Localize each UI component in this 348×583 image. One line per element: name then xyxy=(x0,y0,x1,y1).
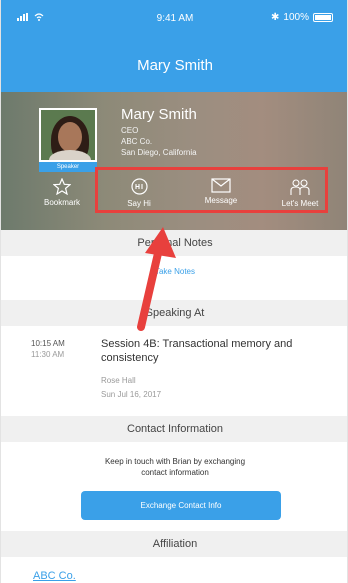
session-title[interactable]: Session 4B: Transactional memory and con… xyxy=(101,337,331,365)
profile-company: ABC Co. xyxy=(121,137,153,146)
personal-notes-header: Personal Notes xyxy=(1,230,347,256)
bluetooth-icon: ✱ xyxy=(271,12,280,23)
session-end-time: 11:30 AM xyxy=(31,350,65,359)
session-date: Sun Jul 16, 2017 xyxy=(101,390,162,399)
exchange-contact-button[interactable]: Exchange Contact Info xyxy=(81,491,281,520)
contact-info-header: Contact Information xyxy=(1,416,347,442)
bookmark-button[interactable]: Bookmark xyxy=(27,172,97,222)
battery-icon xyxy=(313,13,333,22)
contact-info-text: Keep in touch with Brian by exchanging c… xyxy=(1,456,347,478)
bookmark-label: Bookmark xyxy=(43,198,80,207)
speaking-at-header: Speaking At xyxy=(1,300,347,326)
session-start-time: 10:15 AM xyxy=(31,339,65,348)
profile-name: Mary Smith xyxy=(121,106,197,123)
affiliation-header: Affiliation xyxy=(1,531,347,557)
avatar xyxy=(39,108,97,162)
battery-status: ✱ 100% xyxy=(271,12,333,23)
star-icon xyxy=(53,178,71,195)
speaker-badge: Speaker xyxy=(39,162,97,172)
company-link[interactable]: ABC Co. xyxy=(33,570,76,582)
status-bar: 9:41 AM ✱ 100% xyxy=(1,0,347,40)
battery-percent: 100% xyxy=(283,12,309,23)
highlight-box xyxy=(95,167,328,213)
page-title: Mary Smith xyxy=(1,40,347,92)
profile-title: CEO xyxy=(121,126,139,135)
contact-info-text-line1: Keep in touch with Brian by exchanging xyxy=(104,457,246,466)
session-room: Rose Hall xyxy=(101,376,136,385)
contact-info-text-line2: contact information xyxy=(141,468,209,477)
take-notes-link[interactable]: Take Notes xyxy=(1,267,347,276)
app-screen: 9:41 AM ✱ 100% Mary Smith Speaker Mary S… xyxy=(0,0,348,583)
profile-location: San Diego, California xyxy=(121,148,197,157)
